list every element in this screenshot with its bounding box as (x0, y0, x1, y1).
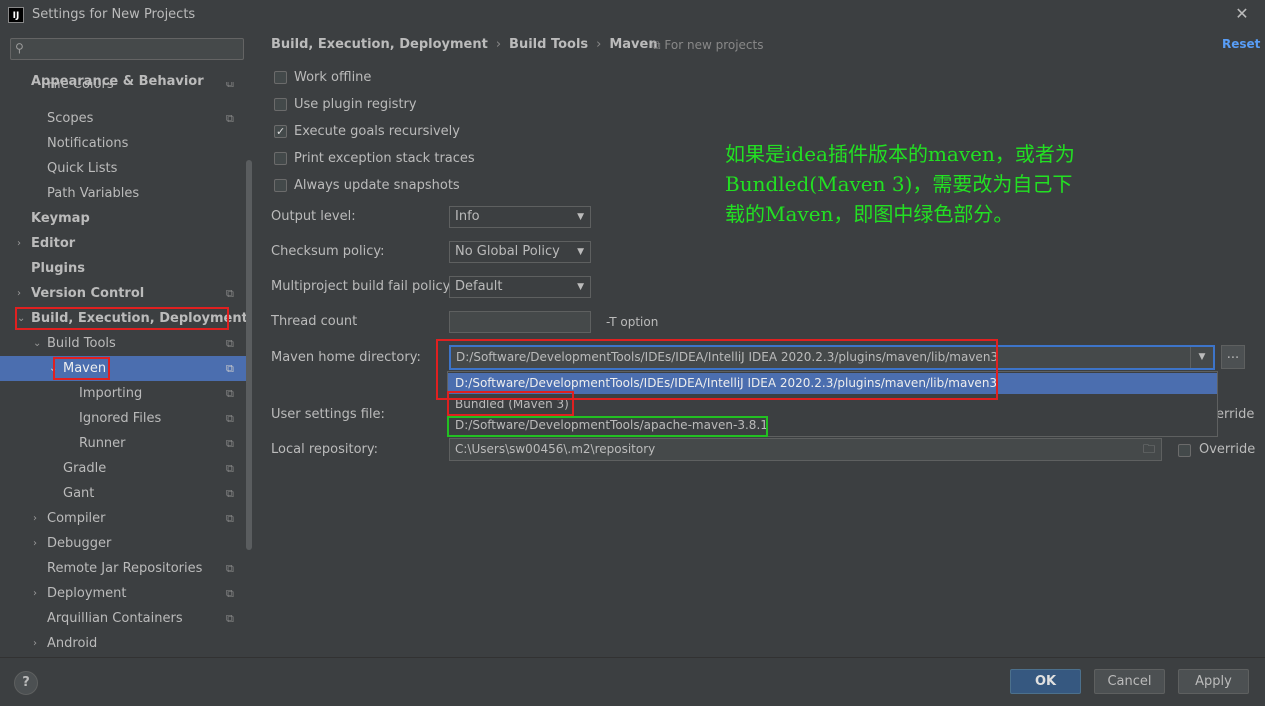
output-level-label: Output level: (271, 209, 356, 224)
intellij-logo-icon: IJ (8, 7, 24, 23)
project-settings-icon: ⧉ (226, 487, 234, 500)
maven-home-directory-select[interactable]: D:/Software/DevelopmentTools/IDEs/IDEA/I… (449, 345, 1215, 370)
dialog-button-bar: ? OK Cancel Apply (0, 657, 1265, 706)
apply-button[interactable]: Apply (1178, 669, 1249, 694)
project-settings-icon: ⧉ (226, 412, 234, 425)
dropdown-option-bundled[interactable]: Bundled (Maven 3) (448, 394, 1217, 415)
folder-icon[interactable]: 🗀 (1143, 439, 1155, 460)
user-settings-file-label: User settings file: (271, 407, 385, 422)
project-settings-icon: ⧉ (226, 82, 234, 90)
sidebar-item-keymap[interactable]: Keymap (0, 206, 248, 231)
settings-sidebar: ⚲ Appearance & Behavior File Colors ⧉ Sc… (0, 30, 254, 657)
project-settings-icon: ⧉ (226, 512, 234, 525)
multiproject-fail-policy-select[interactable]: Default ▼ (449, 276, 591, 298)
reset-link[interactable]: Reset (1222, 37, 1260, 51)
project-settings-icon: ⧉ (226, 337, 234, 350)
checkbox-box-checked[interactable] (274, 122, 287, 142)
checkbox-box[interactable] (274, 71, 287, 84)
maven-home-directory-label: Maven home directory: (271, 350, 421, 365)
checksum-policy-label: Checksum policy: (271, 244, 385, 259)
sidebar-item-plugins[interactable]: Plugins (0, 256, 248, 281)
project-settings-icon: ⧉ (226, 587, 234, 600)
project-settings-icon: ⧉ (226, 612, 234, 625)
chevron-right-icon[interactable]: › (33, 531, 37, 556)
sidebar-item-build-tools[interactable]: ⌄ Build Tools ⧉ (0, 331, 248, 356)
project-settings-icon: ⧉ (226, 437, 234, 450)
thread-count-label: Thread count (271, 314, 358, 329)
chevron-down-icon[interactable]: ⌄ (33, 331, 41, 356)
dropdown-arrow-icon: ▼ (577, 212, 584, 222)
search-icon: ⚲ (15, 41, 24, 55)
breadcrumb-part: Build Tools (509, 37, 589, 52)
sidebar-item-arquillian-containers[interactable]: Arquillian Containers ⧉ (0, 606, 248, 631)
dropdown-arrow-icon[interactable]: ▼ (1190, 347, 1213, 368)
maven-home-dropdown-list: D:/Software/DevelopmentTools/IDEs/IDEA/I… (447, 371, 1218, 437)
title-bar: IJ Settings for New Projects ✕ (0, 0, 1265, 30)
sidebar-item-deployment[interactable]: › Deployment ⧉ (0, 581, 248, 606)
project-settings-icon: ⧉ (226, 387, 234, 400)
chevron-down-icon[interactable]: ⌄ (49, 356, 57, 381)
breadcrumb-part: Build, Execution, Deployment (271, 37, 488, 52)
sidebar-item-importing[interactable]: Importing ⧉ (0, 381, 248, 406)
sidebar-item-quick-lists[interactable]: Quick Lists (0, 156, 248, 181)
close-icon[interactable]: ✕ (1232, 3, 1252, 25)
sidebar-item-ignored-files[interactable]: Ignored Files ⧉ (0, 406, 248, 431)
checkbox-box[interactable] (274, 98, 287, 111)
sidebar-scrollbar[interactable] (246, 160, 252, 550)
sidebar-item-gant[interactable]: Gant ⧉ (0, 481, 248, 506)
sidebar-item-notifications[interactable]: Notifications (0, 131, 248, 156)
chevron-right-icon[interactable]: › (17, 231, 21, 256)
multiproject-fail-policy-label: Multiproject build fail policy: (271, 279, 454, 294)
user-settings-override-label: erride (1216, 407, 1255, 422)
project-settings-icon: ⧉ (226, 112, 234, 125)
breadcrumb: Build, Execution, Deployment › Build Tools… (271, 37, 658, 52)
checkbox-box[interactable] (274, 152, 287, 165)
maven-settings-panel: Build, Execution, Deployment › Build Tools… (254, 30, 1265, 657)
project-settings-icon: ⧉ (226, 462, 234, 475)
help-button[interactable]: ? (14, 671, 38, 695)
annotation-text: 如果是idea插件版本的maven，或者为 Bundled(Maven 3)，需… (725, 142, 1075, 226)
chevron-down-icon[interactable]: ⌄ (17, 306, 25, 331)
local-repository-label: Local repository: (271, 442, 378, 457)
output-level-select[interactable]: Info ▼ (449, 206, 591, 228)
project-settings-icon: ⧉ (652, 38, 661, 52)
for-new-projects-label: ⧉ For new projects (652, 38, 764, 52)
dropdown-option-plugin-maven3[interactable]: D:/Software/DevelopmentTools/IDEs/IDEA/I… (448, 373, 1217, 394)
sidebar-item-android[interactable]: › Android (0, 631, 248, 656)
project-settings-icon: ⧉ (226, 562, 234, 575)
browse-maven-home-button[interactable]: ... (1221, 345, 1245, 369)
checkbox-box[interactable] (274, 179, 287, 192)
checkbox-box[interactable] (1178, 444, 1191, 457)
project-settings-icon: ⧉ (226, 362, 234, 375)
sidebar-item-debugger[interactable]: › Debugger (0, 531, 248, 556)
sidebar-item-path-variables[interactable]: Path Variables (0, 181, 248, 206)
sidebar-item-compiler[interactable]: › Compiler ⧉ (0, 506, 248, 531)
project-settings-icon: ⧉ (226, 287, 234, 300)
sidebar-item-scopes[interactable]: Scopes ⧉ (0, 106, 248, 131)
breadcrumb-part: Maven (609, 37, 658, 52)
chevron-right-icon[interactable]: › (33, 631, 37, 656)
checksum-policy-select[interactable]: No Global Policy ▼ (449, 241, 591, 263)
ok-button[interactable]: OK (1010, 669, 1081, 694)
dropdown-arrow-icon: ▼ (577, 282, 584, 292)
sidebar-item-file-colors[interactable]: File Colors ⧉ (0, 82, 248, 96)
sidebar-item-maven[interactable]: ⌄ Maven ⧉ (0, 356, 248, 381)
sidebar-item-remote-jar-repositories[interactable]: Remote Jar Repositories ⧉ (0, 556, 248, 581)
sidebar-item-runner[interactable]: Runner ⧉ (0, 431, 248, 456)
dropdown-arrow-icon: ▼ (577, 247, 584, 257)
chevron-right-icon[interactable]: › (17, 281, 21, 306)
t-option-label: -T option (606, 315, 659, 329)
settings-search-input[interactable]: ⚲ (10, 38, 244, 60)
sidebar-item-version-control[interactable]: › Version Control ⧉ (0, 281, 248, 306)
sidebar-item-gradle[interactable]: Gradle ⧉ (0, 456, 248, 481)
thread-count-input[interactable] (449, 311, 591, 333)
local-repository-input[interactable]: C:\Users\sw00456\.m2\repository 🗀 (449, 438, 1162, 461)
chevron-right-icon[interactable]: › (33, 506, 37, 531)
chevron-right-icon[interactable]: › (33, 581, 37, 606)
sidebar-item-build-execution-deployment[interactable]: ⌄ Build, Execution, Deployment (0, 306, 248, 331)
cancel-button[interactable]: Cancel (1094, 669, 1165, 694)
dropdown-option-apache-maven[interactable]: D:/Software/DevelopmentTools/apache-mave… (448, 415, 1217, 436)
window-title: Settings for New Projects (32, 7, 196, 22)
sidebar-item-editor[interactable]: › Editor (0, 231, 248, 256)
